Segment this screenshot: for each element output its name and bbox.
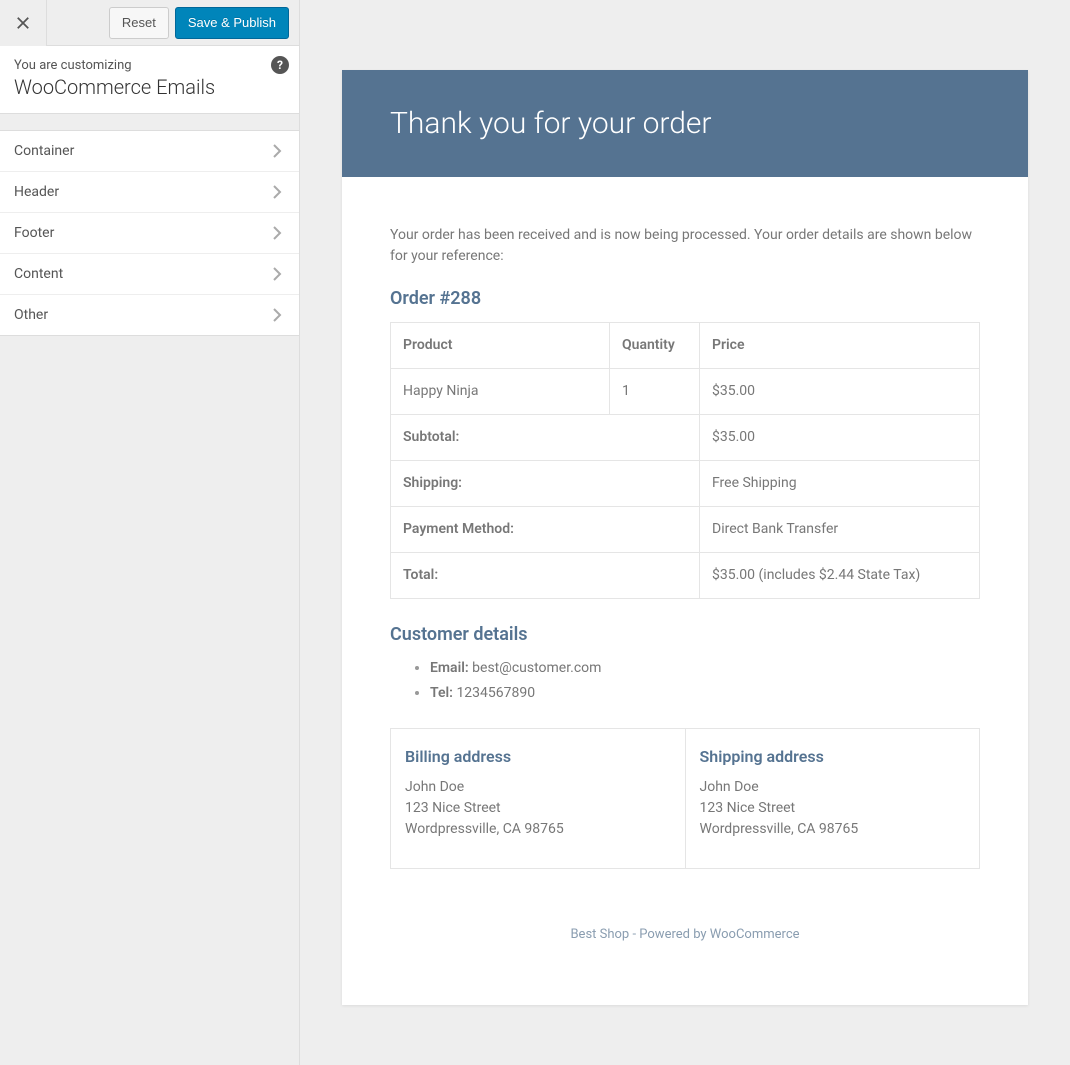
chevron-right-icon (269, 184, 285, 200)
order-table: Product Quantity Price Happy Ninja 1 $35… (390, 322, 980, 599)
table-row: Total: $35.00 (includes $2.44 State Tax) (391, 553, 980, 599)
billing-name: John Doe (405, 777, 671, 798)
shipping-heading: Shipping address (700, 745, 966, 769)
sidebar-menu: Container Header Footer Content Other (0, 130, 299, 336)
total-value: Direct Bank Transfer (700, 507, 980, 553)
menu-item-footer[interactable]: Footer (0, 213, 299, 254)
menu-item-other[interactable]: Other (0, 295, 299, 336)
col-product: Product (391, 323, 610, 369)
customizer-sidebar: Reset Save & Publish ? You are customizi… (0, 0, 300, 1065)
shipping-address-box: Shipping address John Doe 123 Nice Stree… (686, 728, 981, 869)
email-body: Your order has been received and is now … (342, 177, 1028, 1005)
customer-details-list: Email: best@customer.com Tel: 1234567890 (390, 658, 980, 704)
menu-item-content[interactable]: Content (0, 254, 299, 295)
total-label: Subtotal: (391, 415, 700, 461)
total-label: Total: (391, 553, 700, 599)
email-value: best@customer.com (472, 660, 601, 676)
customer-heading: Customer details (390, 621, 980, 648)
list-item: Email: best@customer.com (430, 658, 980, 679)
shipping-name: John Doe (700, 777, 966, 798)
sidebar-gap (0, 114, 299, 130)
close-icon (16, 16, 30, 30)
table-row: Subtotal: $35.00 (391, 415, 980, 461)
email-footer: Best Shop - Powered by WooCommerce (390, 869, 980, 985)
tel-label: Tel: (430, 685, 453, 701)
menu-item-label: Header (14, 184, 59, 200)
preview-pane: Thank you for your order Your order has … (300, 0, 1070, 1065)
menu-item-header[interactable]: Header (0, 172, 299, 213)
help-icon[interactable]: ? (271, 56, 289, 74)
chevron-right-icon (269, 307, 285, 323)
col-quantity: Quantity (610, 323, 700, 369)
save-publish-button[interactable]: Save & Publish (175, 7, 289, 39)
col-price: Price (700, 323, 980, 369)
billing-street: 123 Nice Street (405, 798, 671, 819)
customizing-text: You are customizing (14, 58, 285, 73)
table-row: Shipping: Free Shipping (391, 461, 980, 507)
sidebar-header: ? You are customizing WooCommerce Emails (0, 46, 299, 114)
item-quantity: 1 (610, 369, 700, 415)
billing-address-box: Billing address John Doe 123 Nice Street… (390, 728, 686, 869)
addresses: Billing address John Doe 123 Nice Street… (390, 728, 980, 869)
total-label: Shipping: (391, 461, 700, 507)
email-header: Thank you for your order (342, 70, 1028, 177)
menu-item-label: Other (14, 307, 48, 323)
email-title: Thank you for your order (390, 106, 980, 141)
chevron-right-icon (269, 266, 285, 282)
shipping-street: 123 Nice Street (700, 798, 966, 819)
section-title: WooCommerce Emails (14, 75, 285, 99)
menu-item-label: Container (14, 143, 74, 159)
menu-item-label: Content (14, 266, 63, 282)
tel-value: 1234567890 (456, 685, 535, 701)
list-item: Tel: 1234567890 (430, 683, 980, 704)
menu-item-container[interactable]: Container (0, 131, 299, 172)
chevron-right-icon (269, 225, 285, 241)
email-preview: Thank you for your order Your order has … (342, 70, 1028, 1005)
billing-city: Wordpressville, CA 98765 (405, 819, 671, 840)
table-row: Payment Method: Direct Bank Transfer (391, 507, 980, 553)
billing-heading: Billing address (405, 745, 671, 769)
email-label: Email: (430, 660, 469, 676)
item-product: Happy Ninja (391, 369, 610, 415)
menu-item-label: Footer (14, 225, 54, 241)
top-actions: Reset Save & Publish (47, 7, 299, 39)
table-row: Happy Ninja 1 $35.00 (391, 369, 980, 415)
total-value: $35.00 (includes $2.44 State Tax) (700, 553, 980, 599)
total-value: Free Shipping (700, 461, 980, 507)
email-intro: Your order has been received and is now … (390, 225, 980, 267)
chevron-right-icon (269, 143, 285, 159)
total-value: $35.00 (700, 415, 980, 461)
close-button[interactable] (0, 0, 47, 46)
item-price: $35.00 (700, 369, 980, 415)
total-label: Payment Method: (391, 507, 700, 553)
shipping-city: Wordpressville, CA 98765 (700, 819, 966, 840)
sidebar-top-bar: Reset Save & Publish (0, 0, 299, 46)
reset-button[interactable]: Reset (109, 7, 169, 39)
order-heading: Order #288 (390, 285, 980, 312)
